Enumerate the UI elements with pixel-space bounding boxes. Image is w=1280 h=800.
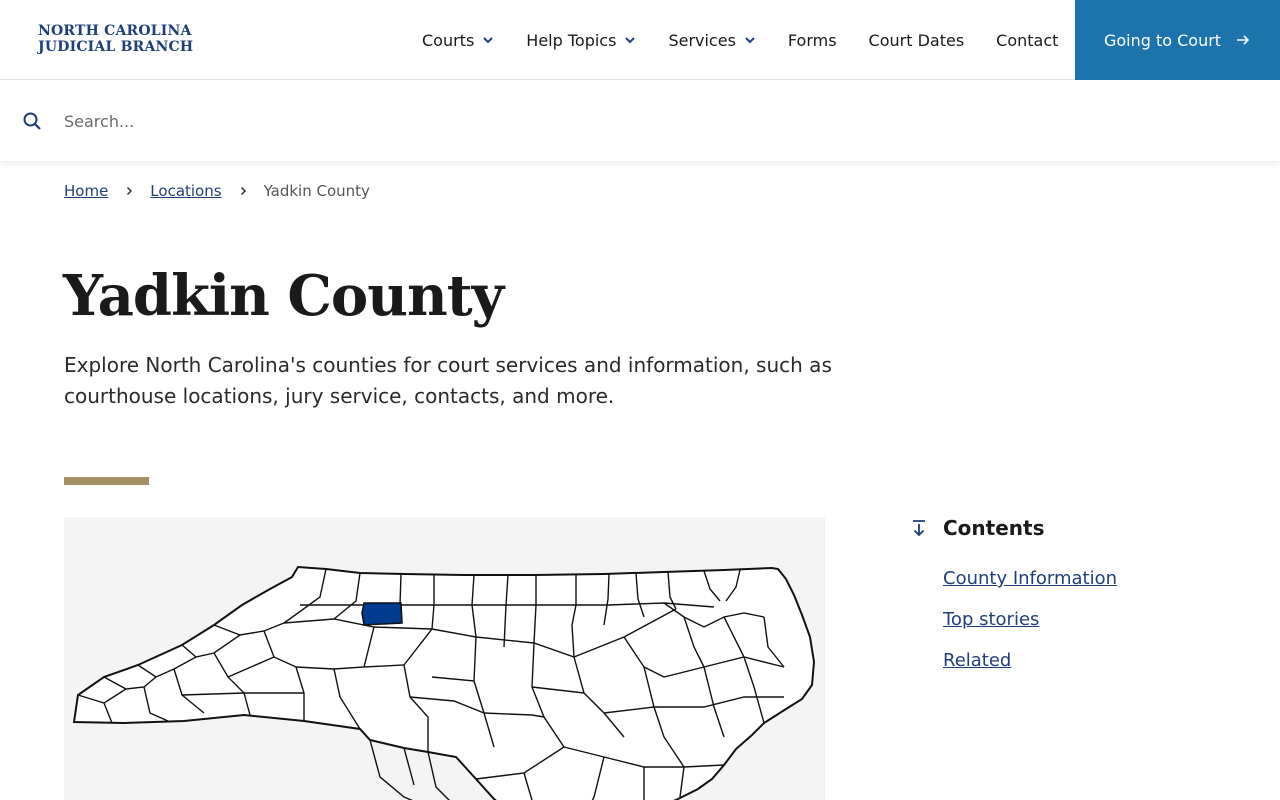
breadcrumb: Home Locations Yadkin County bbox=[64, 182, 370, 200]
page-title: Yadkin County bbox=[63, 263, 504, 329]
going-to-court-label: Going to Court bbox=[1103, 30, 1222, 50]
breadcrumb-locations[interactable]: Locations bbox=[150, 182, 221, 200]
nav-court-dates[interactable]: Court Dates bbox=[853, 0, 981, 80]
chevron-right-icon bbox=[238, 186, 248, 196]
contents-link-top-stories[interactable]: Top stories bbox=[943, 609, 1039, 630]
breadcrumb-home[interactable]: Home bbox=[64, 182, 108, 200]
list-item: County Information bbox=[943, 568, 1239, 589]
breadcrumb-current: Yadkin County bbox=[263, 182, 370, 200]
contents-heading: Contents bbox=[943, 516, 1045, 540]
chevron-down-icon bbox=[744, 34, 756, 46]
nc-county-map bbox=[72, 565, 816, 800]
contents-link-related[interactable]: Related bbox=[943, 650, 1011, 671]
nav-services-label: Services bbox=[668, 30, 736, 50]
nav-services[interactable]: Services bbox=[652, 0, 771, 80]
contents-header: Contents bbox=[909, 516, 1239, 540]
going-to-court-button[interactable]: Going to Court bbox=[1075, 0, 1280, 80]
nav-courts[interactable]: Courts bbox=[406, 0, 510, 80]
contents-link-county-information[interactable]: County Information bbox=[943, 568, 1117, 589]
nav-contact-label: Contact bbox=[996, 30, 1059, 50]
nav-contact[interactable]: Contact bbox=[980, 0, 1074, 80]
main-nav: Courts Help Topics Services Forms Court … bbox=[406, 0, 1074, 80]
top-navigation: NORTH CAROLINA JUDICIAL BRANCH Courts He… bbox=[0, 0, 1280, 80]
arrow-down-to-line-icon bbox=[909, 518, 929, 538]
nav-help-topics[interactable]: Help Topics bbox=[510, 0, 652, 80]
logo-line-2: JUDICIAL BRANCH bbox=[38, 39, 194, 55]
chevron-down-icon bbox=[482, 34, 494, 46]
chevron-right-icon bbox=[124, 186, 134, 196]
page-intro: Explore North Carolina's counties for co… bbox=[64, 353, 832, 408]
arrow-right-icon bbox=[1235, 32, 1251, 48]
nav-forms-label: Forms bbox=[787, 30, 837, 50]
search-bar bbox=[0, 81, 1280, 161]
site-logo[interactable]: NORTH CAROLINA JUDICIAL BRANCH bbox=[38, 23, 193, 55]
accent-divider bbox=[64, 477, 149, 485]
list-item: Top stories bbox=[943, 609, 1239, 630]
nav-court-dates-label: Court Dates bbox=[868, 30, 965, 50]
chevron-down-icon bbox=[624, 34, 636, 46]
contents-sidebar: Contents County Information Top stories … bbox=[909, 516, 1239, 691]
logo-line-1: NORTH CAROLINA bbox=[38, 23, 192, 39]
search-input[interactable] bbox=[64, 105, 1244, 137]
county-map-panel bbox=[64, 517, 825, 800]
state-outline bbox=[72, 565, 816, 800]
nav-help-topics-label: Help Topics bbox=[526, 30, 617, 50]
list-item: Related bbox=[943, 650, 1239, 671]
search-icon[interactable] bbox=[22, 111, 42, 131]
contents-list: County Information Top stories Related bbox=[909, 568, 1239, 671]
yadkin-county-highlight bbox=[361, 602, 403, 626]
nav-courts-label: Courts bbox=[422, 30, 475, 50]
nav-forms[interactable]: Forms bbox=[772, 0, 853, 80]
